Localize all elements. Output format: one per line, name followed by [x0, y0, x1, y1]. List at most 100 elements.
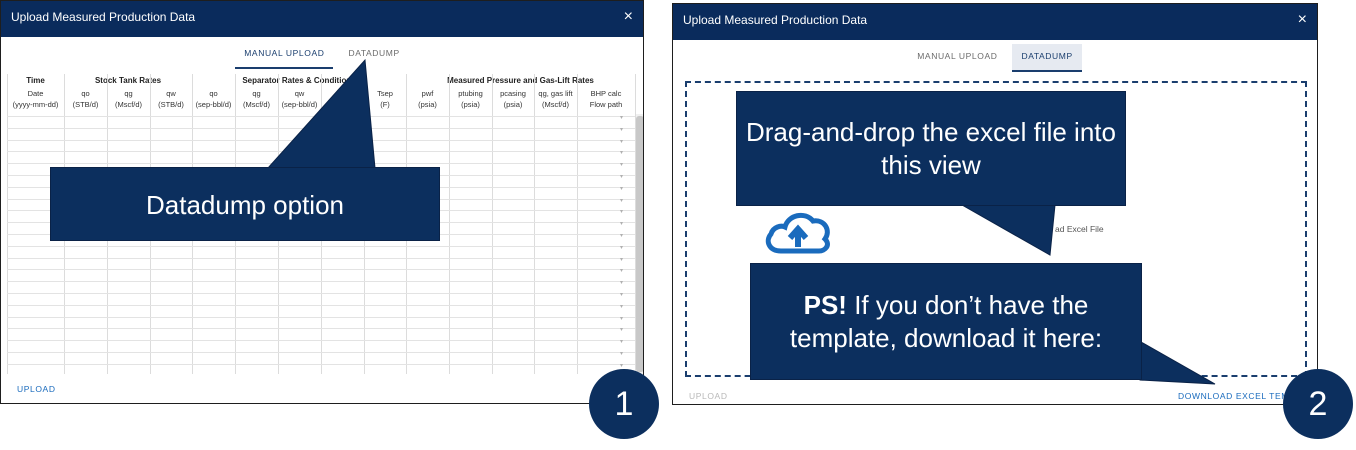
step-badge-2: 2: [1283, 369, 1353, 439]
chevron-down-icon[interactable]: ▾: [620, 138, 623, 145]
column-header-name: qw: [166, 89, 176, 98]
table-row[interactable]: [7, 340, 635, 342]
group-header-pressure: Measured Pressure and Gas-Lift Rates: [447, 76, 594, 85]
column-header: qw (sep-bbl/d): [278, 88, 321, 110]
chevron-down-icon[interactable]: ▾: [620, 126, 623, 133]
chevron-down-icon[interactable]: ▾: [620, 149, 623, 156]
column-header-name: qg, gas lift: [538, 89, 573, 98]
chevron-down-icon[interactable]: ▾: [620, 244, 623, 251]
scrollbar-thumb[interactable]: [636, 116, 643, 372]
chevron-down-icon[interactable]: ▾: [620, 197, 623, 204]
table-row[interactable]: [7, 151, 635, 153]
column-header-name: qg: [252, 89, 261, 98]
drop-label: ad Excel File: [1055, 224, 1104, 234]
callout-ps-bold: PS!: [803, 290, 847, 320]
column-header-unit: (STB/d): [72, 100, 99, 109]
table-row[interactable]: [7, 363, 635, 365]
close-icon[interactable]: ×: [1298, 10, 1307, 30]
column-header-name: qo: [81, 89, 90, 98]
column-header-name: BHP calc: [590, 89, 622, 98]
chevron-down-icon[interactable]: ▾: [620, 114, 623, 121]
chevron-down-icon[interactable]: ▾: [620, 279, 623, 286]
column-header-unit: (F): [380, 100, 390, 109]
chevron-down-icon[interactable]: ▾: [620, 256, 623, 263]
callout-drag-drop: Drag-and-drop the excel file into this v…: [736, 91, 1126, 206]
dialog-title: Upload Measured Production Data: [11, 10, 196, 24]
chevron-down-icon[interactable]: ▾: [620, 362, 623, 369]
column-header-name: Date: [27, 89, 44, 98]
table-row[interactable]: [7, 163, 635, 165]
download-template-button[interactable]: DOWNLOAD EXCEL TEMP: [1178, 391, 1295, 401]
table-row[interactable]: [7, 269, 635, 271]
group-header-separator: Separator Rates & Conditions: [242, 76, 356, 85]
column-header-unit: (yyyy-mm-dd): [12, 100, 59, 109]
column-header-name: ptubing: [458, 89, 483, 98]
column-header: qo (STB/d): [64, 88, 107, 110]
column-header-name: pcasing: [500, 89, 526, 98]
chevron-down-icon[interactable]: ▾: [620, 350, 623, 357]
column-header-unit: (psia): [418, 100, 437, 109]
column-header-unit: Flow path: [589, 100, 623, 109]
column-header: qw (STB/d): [150, 88, 192, 110]
table-row[interactable]: [7, 116, 635, 117]
column-header: pcasing (psia): [492, 88, 534, 110]
table-row[interactable]: [7, 257, 635, 259]
tab-datadump[interactable]: DATADUMP: [1012, 44, 1082, 72]
table-row[interactable]: [7, 316, 635, 318]
table-row[interactable]: [7, 328, 635, 330]
chevron-down-icon[interactable]: ▾: [620, 267, 623, 274]
column-header-name: qw: [294, 89, 305, 98]
chevron-down-icon[interactable]: ▾: [620, 185, 623, 192]
column-header-name: qg: [124, 89, 133, 98]
close-icon[interactable]: ×: [624, 7, 633, 27]
column-header: p: [321, 88, 364, 99]
column-header-name: Tsep: [377, 89, 393, 98]
upload-button-disabled: UPLOAD: [689, 391, 728, 401]
column-header-unit: (sep-bbl/d): [195, 100, 232, 109]
column-header-unit: (Mscf/d): [114, 100, 143, 109]
tab-datadump[interactable]: DATADUMP: [339, 41, 408, 69]
tab-manual-upload[interactable]: MANUAL UPLOAD: [908, 44, 1006, 72]
chevron-down-icon[interactable]: ▾: [620, 173, 623, 180]
chevron-down-icon[interactable]: ▾: [620, 208, 623, 215]
table-row[interactable]: [7, 352, 635, 353]
upload-button[interactable]: UPLOAD: [17, 384, 56, 394]
chevron-down-icon[interactable]: ▾: [620, 326, 623, 333]
column-header-unit: (psia): [461, 100, 480, 109]
column-header-name: p: [340, 89, 345, 98]
table-row[interactable]: [7, 139, 635, 141]
dialog-title-bar: Upload Measured Production Data ×: [1, 1, 643, 37]
dialog-title-bar: Upload Measured Production Data ×: [673, 4, 1317, 40]
column-header-unit: (STB/d): [158, 100, 184, 109]
column-header-unit: (Mscf/d): [242, 100, 271, 109]
chevron-down-icon[interactable]: ▾: [620, 232, 623, 239]
table-row[interactable]: [7, 127, 635, 129]
chevron-down-icon[interactable]: ▾: [620, 303, 623, 310]
column-header: pwf (psia): [406, 88, 449, 110]
chevron-down-icon[interactable]: ▾: [620, 291, 623, 298]
tab-bar: MANUAL UPLOAD DATADUMP: [1, 41, 643, 69]
table-row[interactable]: [7, 281, 635, 283]
table-row[interactable]: [7, 304, 635, 306]
tab-manual-upload[interactable]: MANUAL UPLOAD: [235, 41, 334, 69]
column-header: Tsep (F): [364, 88, 406, 110]
table-row[interactable]: [7, 245, 635, 247]
callout-datadump-option: Datadump option: [50, 167, 440, 241]
table-row[interactable]: [7, 293, 635, 294]
column-header: qo (sep-bbl/d): [192, 88, 235, 110]
column-header-name: pwf: [421, 89, 434, 98]
step-badge-1: 1: [589, 369, 659, 439]
column-header: ptubing (psia): [449, 88, 492, 110]
chevron-down-icon[interactable]: ▾: [620, 338, 623, 345]
column-header: qg (Mscf/d): [107, 88, 150, 110]
cloud-upload-icon[interactable]: [763, 207, 833, 257]
tab-bar: MANUAL UPLOAD DATADUMP: [673, 44, 1317, 72]
column-header: qg (Mscf/d): [235, 88, 278, 110]
column-header: qg, gas lift (Mscf/d): [534, 88, 577, 110]
chevron-down-icon[interactable]: ▾: [620, 315, 623, 322]
dialog-title: Upload Measured Production Data: [683, 13, 868, 27]
callout-download-template: PS! If you don’t have the template, down…: [750, 263, 1142, 380]
chevron-down-icon[interactable]: ▾: [620, 220, 623, 227]
chevron-down-icon[interactable]: ▾: [620, 161, 623, 168]
column-header: BHP calc Flow path: [577, 88, 635, 110]
